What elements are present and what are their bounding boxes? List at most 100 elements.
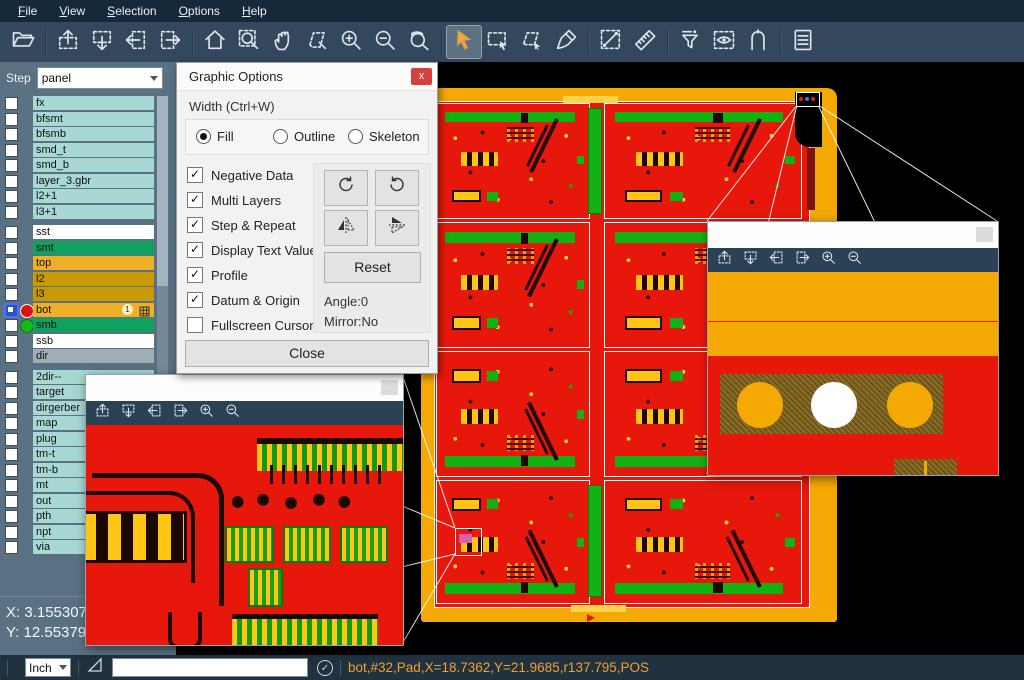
pan-up-icon[interactable] bbox=[94, 402, 111, 424]
layer-visibility-checkbox[interactable] bbox=[5, 464, 18, 477]
home-view-button[interactable] bbox=[198, 26, 232, 58]
pcb-board[interactable] bbox=[436, 103, 590, 219]
magnifier-source-region[interactable] bbox=[455, 528, 482, 556]
confirm-icon[interactable]: ✓ bbox=[317, 660, 333, 676]
layer-name[interactable]: layer_3.gbr bbox=[33, 174, 154, 188]
layer-visibility-checkbox[interactable] bbox=[5, 541, 18, 554]
select-rectangle-button[interactable] bbox=[481, 26, 515, 58]
layer-name[interactable]: bfsmt bbox=[33, 112, 154, 126]
magnifier-view[interactable] bbox=[86, 425, 403, 645]
select-polygon-button[interactable] bbox=[515, 26, 549, 58]
layer-row-smb[interactable]: smb bbox=[0, 318, 176, 333]
layer-visibility-checkbox[interactable] bbox=[5, 257, 18, 270]
pan-down-button[interactable] bbox=[85, 26, 119, 58]
radio-outline[interactable]: Outline bbox=[273, 129, 335, 144]
layer-row-fx[interactable]: fx bbox=[0, 96, 176, 111]
zoom-previous-button[interactable] bbox=[402, 26, 436, 58]
zoom-region-button[interactable] bbox=[232, 26, 266, 58]
checkbox-profile[interactable]: ✓Profile bbox=[187, 267, 248, 283]
layer-visibility-checkbox[interactable] bbox=[5, 206, 18, 219]
menu-file[interactable]: File bbox=[8, 2, 47, 20]
layer-name[interactable]: dir bbox=[33, 349, 154, 363]
layer-name[interactable]: sst bbox=[33, 225, 154, 239]
layer-row-l2+1[interactable]: l2+1 bbox=[0, 189, 176, 204]
layer-visibility-checkbox[interactable] bbox=[5, 128, 18, 141]
layer-visibility-checkbox[interactable] bbox=[5, 526, 18, 539]
layer-visibility-checkbox[interactable] bbox=[5, 190, 18, 203]
layer-visibility-checkbox[interactable] bbox=[5, 144, 18, 157]
pcb-board[interactable] bbox=[436, 351, 590, 477]
layer-name[interactable]: smd_b bbox=[33, 158, 154, 172]
window-button[interactable] bbox=[381, 380, 398, 395]
layer-row-top[interactable]: top bbox=[0, 256, 176, 271]
checkbox-display-text-value[interactable]: ✓Display Text Value bbox=[187, 242, 317, 258]
layer-visibility-checkbox[interactable] bbox=[5, 350, 18, 363]
zoom-polygon-button[interactable] bbox=[300, 26, 334, 58]
layer-visibility-checkbox[interactable] bbox=[5, 319, 18, 332]
layer-name[interactable]: smd_t bbox=[33, 143, 154, 157]
window-button[interactable] bbox=[976, 227, 993, 242]
command-input[interactable] bbox=[112, 658, 308, 677]
layer-row-smd_t[interactable]: smd_t bbox=[0, 143, 176, 158]
filter-button[interactable] bbox=[673, 26, 707, 58]
layer-name[interactable]: top bbox=[33, 256, 154, 270]
layer-name[interactable]: fx bbox=[33, 96, 154, 110]
pan-left-icon[interactable] bbox=[768, 249, 785, 271]
menu-view[interactable]: View bbox=[49, 2, 95, 20]
rotate-cw-button[interactable] bbox=[324, 170, 368, 206]
zoom-out-icon[interactable] bbox=[846, 249, 863, 271]
measure-distance-button[interactable] bbox=[594, 26, 628, 58]
layer-row-l2[interactable]: l2 bbox=[0, 272, 176, 287]
pan-right-icon[interactable] bbox=[172, 402, 189, 424]
layer-row-layer_3.gbr[interactable]: layer_3.gbr bbox=[0, 174, 176, 189]
pan-down-icon[interactable] bbox=[120, 402, 137, 424]
unit-select[interactable]: Inch bbox=[25, 658, 71, 677]
flip-vertical-button[interactable] bbox=[375, 210, 419, 246]
checkbox-fullscreen-cursor[interactable]: Fullscreen Cursor bbox=[187, 317, 314, 333]
pan-down-icon[interactable] bbox=[742, 249, 759, 271]
layer-visibility-checkbox[interactable] bbox=[5, 288, 18, 301]
layer-visibility-checkbox[interactable] bbox=[5, 113, 18, 126]
layer-name[interactable]: smb bbox=[33, 318, 154, 332]
checkbox-negative-data[interactable]: ✓Negative Data bbox=[187, 167, 293, 183]
menu-selection[interactable]: Selection bbox=[97, 2, 166, 20]
select-cursor-button[interactable] bbox=[447, 26, 481, 58]
layer-visibility-checkbox[interactable] bbox=[5, 97, 18, 110]
layer-visibility-checkbox[interactable] bbox=[5, 433, 18, 446]
close-button[interactable]: Close bbox=[185, 340, 429, 367]
layer-visibility-checkbox[interactable] bbox=[5, 175, 18, 188]
layer-visibility-checkbox[interactable] bbox=[5, 273, 18, 286]
zoom-in-icon[interactable] bbox=[820, 249, 837, 271]
magnifier-source-region[interactable] bbox=[796, 92, 820, 107]
checkbox-datum-origin[interactable]: ✓Datum & Origin bbox=[187, 292, 300, 308]
layer-visibility-checkbox[interactable] bbox=[5, 448, 18, 461]
layer-visibility-checkbox[interactable] bbox=[4, 303, 19, 318]
checkbox-multi-layers[interactable]: ✓Multi Layers bbox=[187, 192, 281, 208]
window-titlebar[interactable] bbox=[86, 375, 403, 401]
magnifier-window-detail[interactable] bbox=[85, 374, 404, 646]
step-select[interactable]: panel bbox=[37, 67, 163, 89]
pan-right-button[interactable] bbox=[153, 26, 187, 58]
pcb-board[interactable] bbox=[604, 103, 802, 219]
layer-row-smt[interactable]: smt bbox=[0, 241, 176, 256]
layer-name[interactable]: l2+1 bbox=[33, 189, 154, 203]
layer-visibility-checkbox[interactable] bbox=[5, 510, 18, 523]
layer-name[interactable]: smt bbox=[33, 241, 154, 255]
pan-right-icon[interactable] bbox=[794, 249, 811, 271]
window-titlebar[interactable] bbox=[708, 222, 998, 248]
pan-hand-button[interactable] bbox=[266, 26, 300, 58]
layer-visibility-checkbox[interactable] bbox=[5, 402, 18, 415]
pan-left-icon[interactable] bbox=[146, 402, 163, 424]
report-button[interactable] bbox=[786, 26, 820, 58]
pan-up-icon[interactable] bbox=[716, 249, 733, 271]
layer-row-bfsmb[interactable]: bfsmb bbox=[0, 127, 176, 142]
layer-row-ssb[interactable]: ssb bbox=[0, 334, 176, 349]
pan-up-button[interactable] bbox=[51, 26, 85, 58]
rotate-ccw-button[interactable] bbox=[375, 170, 419, 206]
ruler-button[interactable] bbox=[628, 26, 662, 58]
layer-name[interactable]: ssb bbox=[33, 334, 154, 348]
layer-row-smd_b[interactable]: smd_b bbox=[0, 158, 176, 173]
zoom-out-button[interactable] bbox=[368, 26, 402, 58]
layer-visibility-checkbox[interactable] bbox=[5, 371, 18, 384]
pcb-board[interactable] bbox=[436, 222, 590, 348]
